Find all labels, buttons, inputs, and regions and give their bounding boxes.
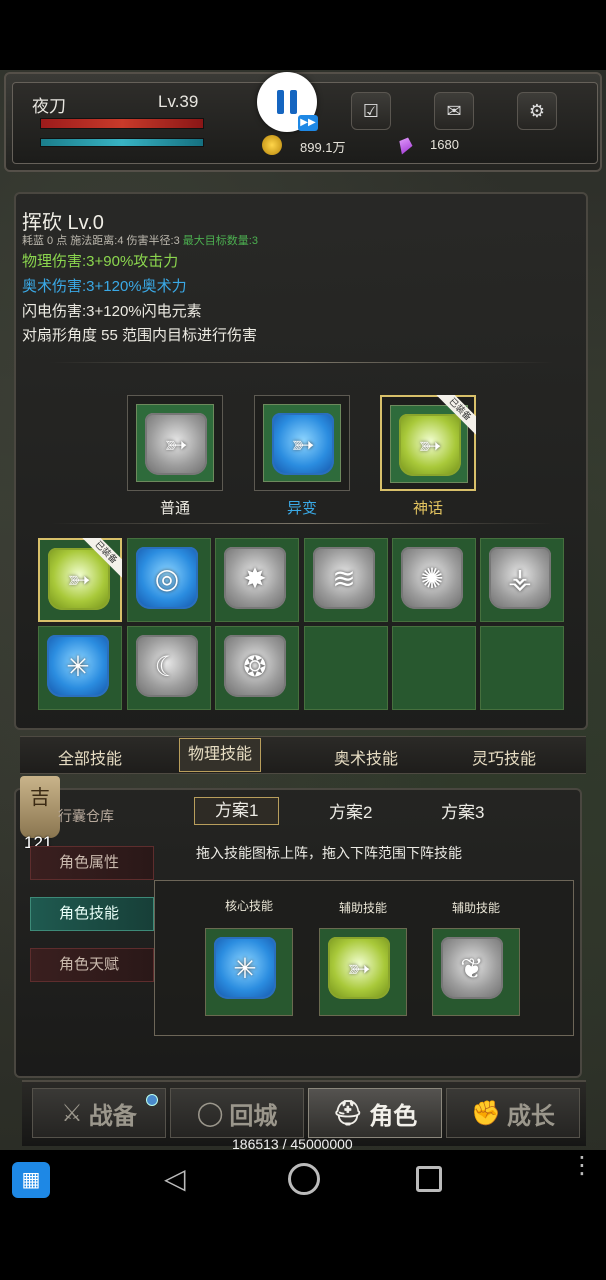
- skill-title: 挥砍 Lv.0: [22, 212, 104, 234]
- player-name: 夜刀: [32, 97, 66, 116]
- skill-stats: 耗蓝 0 点 施法距离:4 伤害半径:3 最大目标数量:3: [22, 232, 258, 248]
- support-skill-slot-1[interactable]: ➳: [319, 928, 407, 1016]
- lightning-damage-line: 闪电伤害:3+120%闪电元素: [22, 303, 202, 320]
- plan-tab-1[interactable]: 方案1: [194, 797, 280, 825]
- sidebar-item-attributes[interactable]: 角色属性: [30, 846, 154, 880]
- back-icon[interactable]: ◁: [164, 1162, 186, 1195]
- rarity-label-mythic: 神话: [412, 500, 443, 517]
- skill-slot-vortex[interactable]: ❂: [215, 626, 299, 710]
- skill-slot-slash[interactable]: ➳ 已装备: [38, 538, 122, 622]
- vortex-rune-icon: ❂: [224, 635, 286, 697]
- settings-button[interactable]: ⚙: [517, 92, 557, 130]
- skill-slot-crescent[interactable]: ☾: [127, 626, 211, 710]
- home-icon[interactable]: [288, 1163, 320, 1195]
- rarity-label-mutant: 异变: [286, 500, 317, 517]
- skill-slot-strike[interactable]: ✸: [215, 538, 299, 622]
- core-skill-slot[interactable]: ✳: [205, 928, 293, 1016]
- support-skill-label: 辅助技能: [451, 901, 500, 915]
- skill-slot-burst[interactable]: ✺: [392, 538, 476, 622]
- slash-rune-icon: ➳: [145, 413, 207, 475]
- shield-icon: ⚔: [61, 1099, 83, 1127]
- rarity-mythic[interactable]: ➳ 已装备: [380, 395, 476, 491]
- notification-dot: [146, 1094, 158, 1106]
- slash-rune-icon: ➳: [272, 413, 334, 475]
- rarity-label-normal: 普通: [159, 500, 190, 517]
- physical-damage-line: 物理伤害:3+90%攻击力: [22, 253, 179, 270]
- more-options-icon[interactable]: ⋮: [570, 1154, 594, 1178]
- skill-slot-frost[interactable]: ✳: [38, 626, 122, 710]
- skill-slot-empty[interactable]: [304, 626, 388, 710]
- mail-button[interactable]: ✉: [434, 92, 474, 130]
- skill-slot-empty[interactable]: [392, 626, 476, 710]
- tab-arcane-skills[interactable]: 奥术技能: [334, 745, 398, 769]
- frost-rune-icon: ✳: [47, 635, 109, 697]
- rarity-normal[interactable]: ➳: [127, 395, 223, 491]
- portal-icon: ◯: [196, 1099, 224, 1127]
- fast-forward-icon[interactable]: ▶▶: [298, 115, 318, 131]
- skill-slot-claw[interactable]: ⚶: [480, 538, 564, 622]
- plan-tab-2[interactable]: 方案2: [329, 798, 372, 823]
- gold-amount: 899.1万: [300, 140, 346, 155]
- nav-equipment[interactable]: ⚔ 战备: [32, 1088, 166, 1138]
- mail-icon: ✉: [446, 100, 462, 121]
- skill-slot-whirl[interactable]: ◎: [127, 538, 211, 622]
- sidebar-item-talents[interactable]: 角色天赋: [30, 948, 154, 982]
- divider: [50, 523, 554, 524]
- tab-physical-skills[interactable]: 物理技能: [179, 738, 262, 772]
- skill-max-targets: 最大目标数量:3: [182, 235, 258, 247]
- helmet-icon: ⛑: [332, 1099, 364, 1127]
- mp-bar: [40, 138, 204, 147]
- rarity-mutant[interactable]: ➳: [254, 395, 350, 491]
- skill-slot-wave[interactable]: ≋: [304, 538, 388, 622]
- feather-rune-icon: ❦: [441, 937, 503, 999]
- fist-icon: ✊: [471, 1099, 501, 1127]
- equipped-badge: 已装备: [436, 395, 476, 435]
- nav-character[interactable]: ⛑ 角色: [308, 1088, 442, 1138]
- burst-rune-icon: ✺: [401, 547, 463, 609]
- core-skill-label: 核心技能: [224, 899, 273, 913]
- wave-rune-icon: ≋: [313, 547, 375, 609]
- recent-apps-icon[interactable]: [416, 1166, 442, 1192]
- equipped-badge: 已装备: [82, 538, 122, 578]
- sidebar-item-inventory[interactable]: 行囊仓库: [58, 806, 114, 826]
- player-level: Lv.39: [158, 92, 199, 111]
- gold-coin-icon: [262, 135, 282, 155]
- whirlwind-rune-icon: ◎: [136, 547, 198, 609]
- divider: [50, 362, 554, 363]
- nav-growth[interactable]: ✊ 成长: [446, 1088, 580, 1138]
- hp-bar: [40, 118, 204, 129]
- tab-all-skills[interactable]: 全部技能: [58, 745, 122, 769]
- plan-tab-3[interactable]: 方案3: [441, 798, 484, 823]
- talisman-badge: 吉: [20, 776, 60, 838]
- frost-rune-icon: ✳: [214, 937, 276, 999]
- support-skill-slot-2[interactable]: ❦: [432, 928, 520, 1016]
- pause-icon: [277, 90, 297, 114]
- claw-rune-icon: ⚶: [489, 547, 551, 609]
- nav-growth-label: 成长: [506, 1102, 555, 1130]
- gear-icon: ⚙: [528, 100, 546, 121]
- skill-slot-empty[interactable]: [480, 626, 564, 710]
- checklist-icon: ☑: [362, 100, 380, 121]
- tab-agility-skills[interactable]: 灵巧技能: [472, 745, 536, 769]
- crescent-rune-icon: ☾: [136, 635, 198, 697]
- app-drawer-icon[interactable]: ▦: [12, 1162, 50, 1198]
- arcane-damage-line: 奥术伤害:3+120%奥术力: [22, 278, 187, 295]
- nav-character-label: 角色: [369, 1102, 418, 1130]
- sidebar-item-skills[interactable]: 角色技能: [30, 897, 154, 931]
- support-skill-label: 辅助技能: [338, 901, 387, 915]
- nav-return-town[interactable]: ◯ 回城: [170, 1088, 304, 1138]
- skill-stats-text: 耗蓝 0 点 施法距离:4 伤害半径:3: [22, 235, 180, 247]
- nav-return-label: 回城: [229, 1102, 278, 1130]
- drag-hint: 拖入技能图标上阵，拖入下阵范围下阵技能: [196, 845, 462, 861]
- nav-equipment-label: 战备: [88, 1102, 137, 1130]
- quest-button[interactable]: ☑: [351, 92, 391, 130]
- slash-rune-icon: ➳: [328, 937, 390, 999]
- skill-description: 对扇形角度 55 范围内目标进行伤害: [22, 327, 258, 344]
- strike-rune-icon: ✸: [224, 547, 286, 609]
- gem-amount: 1680: [430, 137, 459, 152]
